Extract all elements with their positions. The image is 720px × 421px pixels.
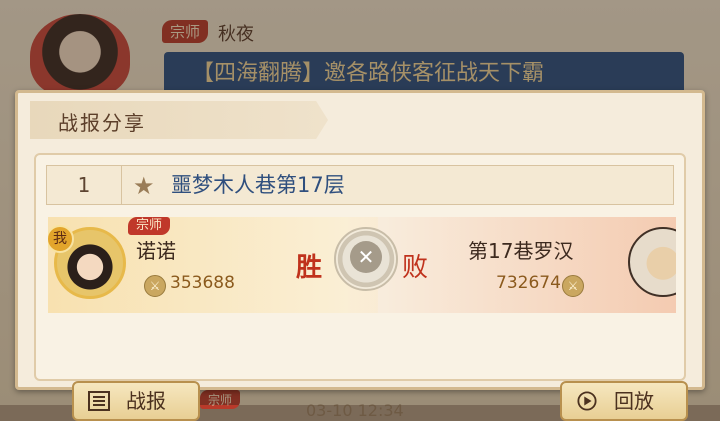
crossed-swords-icon: ✕	[350, 241, 382, 273]
replay-button-label: 回放	[614, 389, 654, 413]
report-index: 1	[47, 166, 122, 204]
vs-emblem: ✕	[334, 227, 398, 291]
report-button-label: 战报	[126, 389, 166, 413]
report-button[interactable]: 战报	[72, 381, 200, 421]
report-card: 1 ★ 噩梦木人巷第17层 我 宗师 诺诺 ⚔ 353688 胜 ✕ 败 第17…	[34, 153, 688, 421]
power-icon: ⚔	[562, 275, 584, 297]
star-icon: ★	[133, 172, 155, 200]
player-power: 353688	[170, 273, 235, 293]
player-name: 诺诺	[136, 239, 176, 263]
lose-label: 败	[402, 253, 429, 283]
battle-report-panel: 战报分享 1 ★ 噩梦木人巷第17层 我 宗师 诺诺 ⚔ 353688 胜 ✕ …	[15, 90, 705, 421]
player-rank-tag: 宗师	[128, 217, 171, 235]
opponent-name: 第17巷罗汉	[468, 239, 574, 263]
panel-title: 战报分享	[58, 111, 146, 135]
opponent-power: 732674	[496, 273, 561, 293]
replay-button[interactable]: 回放	[560, 381, 688, 421]
list-icon	[88, 391, 110, 411]
win-label: 胜	[296, 253, 323, 283]
stage-title: 噩梦木人巷第17层	[171, 173, 345, 197]
report-header: 1 ★ 噩梦木人巷第17层	[46, 165, 674, 205]
power-icon: ⚔	[144, 275, 166, 297]
battle-summary: 我 宗师 诺诺 ⚔ 353688 胜 ✕ 败 第17巷罗汉 732674 ⚔	[48, 207, 676, 317]
battle-time: 03-10 12:34	[306, 401, 404, 420]
play-icon	[577, 391, 597, 411]
